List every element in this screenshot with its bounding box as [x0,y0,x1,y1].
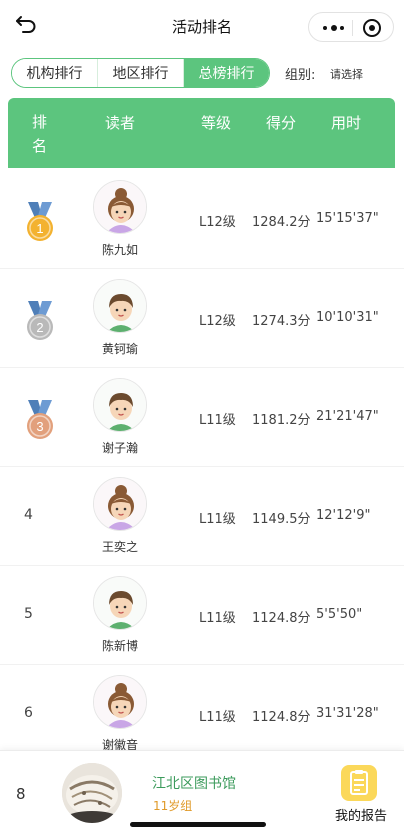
my-report-button[interactable]: 我的报告 [330,763,392,833]
close-target-icon[interactable] [363,19,381,37]
reader-avatar[interactable] [93,576,147,630]
gold-medal-icon: 1 [23,200,57,244]
reader-name: 谢子瀚 [101,441,138,455]
girl-avatar-icon [94,181,146,233]
reader-name: 陈九如 [101,243,138,257]
column-header-rank: 排名 [32,113,48,155]
rank-number: 4 [24,507,33,523]
my-org-name: 江北区图书馆 [152,776,236,792]
tab-overall[interactable]: 总榜排行 [184,59,269,87]
reader-level: L12级 [199,314,236,329]
boy-avatar-icon [94,577,146,629]
reader-time: 12'12'9" [316,508,371,523]
miniprogram-capsule [308,12,394,42]
table-header: 排名 读者 等级 得分 用时 [8,98,395,168]
reader-avatar[interactable] [93,378,147,432]
report-icon [341,765,377,801]
column-header-time: 用时 [331,114,362,132]
reader-time: 31'31'28" [316,706,379,721]
column-header-level: 等级 [201,114,232,132]
my-report-label: 我的报告 [334,809,387,824]
reader-score: 1124.8分 [252,710,311,725]
group-select[interactable]: 请选择 [330,66,363,82]
table-row: 2 黄钶瑜 L12级 1274.3分 10'10'31" [0,269,404,368]
reader-level: L11级 [199,611,236,626]
table-row: 3 谢子瀚 L11级 1181.2分 21'21'47" [0,368,404,467]
tab-region[interactable]: 地区排行 [98,59,184,87]
capsule-divider [352,20,353,36]
reader-score: 1284.2分 [252,215,311,230]
reader-name: 黄钶瑜 [101,342,138,356]
reader-time: 5'5'50" [316,607,363,622]
reader-score: 1181.2分 [252,413,311,428]
reader-avatar[interactable] [93,180,147,234]
girl-avatar-icon [94,478,146,530]
home-indicator [130,822,266,827]
table-row: 5 陈新博 L11级 1124.8分 5'5'50" [0,566,404,665]
reader-name: 王奕之 [101,540,138,554]
column-header-reader: 读者 [105,114,136,132]
boy-avatar-icon [94,379,146,431]
svg-text:2: 2 [36,320,43,335]
reader-name: 陈新博 [101,639,138,653]
ranking-tabs: 机构排行 地区排行 总榜排行 [11,58,270,88]
reader-level: L11级 [199,710,236,725]
reader-score: 1149.5分 [252,512,311,527]
column-header-score: 得分 [266,114,297,132]
tab-institution[interactable]: 机构排行 [12,59,98,87]
reader-level: L11级 [199,512,236,527]
reader-avatar[interactable] [93,279,147,333]
table-row: 1 陈九如 L12级 1284.2分 15'15'37" [0,170,404,269]
reader-avatar[interactable] [93,675,147,729]
reader-avatar[interactable] [93,477,147,531]
reader-time: 10'10'31" [316,310,379,325]
svg-text:3: 3 [36,419,43,434]
reader-score: 1124.8分 [252,611,311,626]
silver-medal-icon: 2 [23,299,57,343]
table-row: 4 王奕之 L11级 1149.5分 12'12'9" [0,467,404,566]
rank-number: 6 [24,705,33,721]
reader-score: 1274.3分 [252,314,311,329]
rank-number: 5 [24,606,33,622]
bronze-medal-icon: 3 [23,398,57,442]
nav-bar: 活动排名 [0,0,404,52]
reader-level: L11级 [199,413,236,428]
girl-avatar-icon [94,676,146,728]
my-group: 11岁组 [153,799,193,813]
group-filter-label: 组别: [285,68,316,83]
boy-avatar-icon [94,280,146,332]
more-icon[interactable] [323,25,345,31]
svg-text:1: 1 [36,221,43,236]
reader-level: L12级 [199,215,236,230]
my-avatar[interactable] [62,763,122,823]
my-rank-number: 8 [16,785,26,803]
reader-time: 15'15'37" [316,211,379,226]
my-avatar-photo-icon [62,763,122,823]
reader-time: 21'21'47" [316,409,379,424]
